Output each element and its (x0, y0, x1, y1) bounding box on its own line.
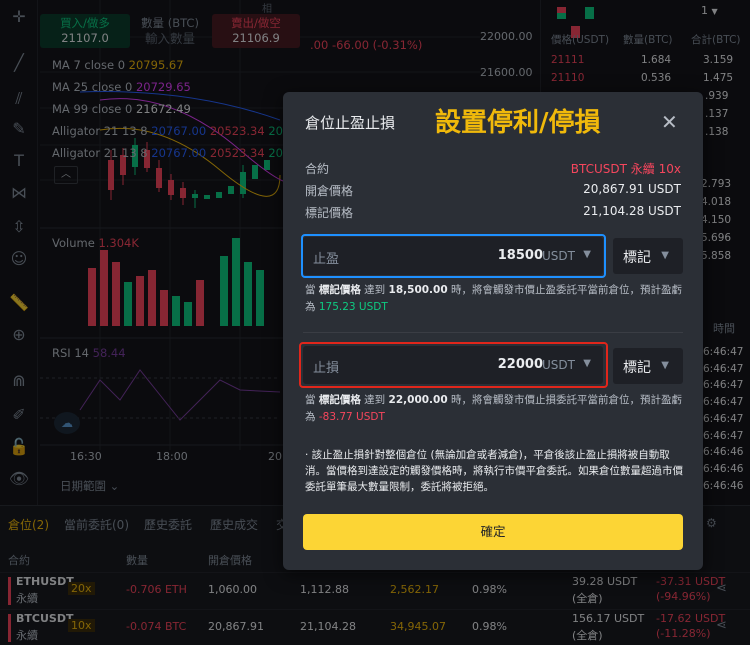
mark-row: 標記價格 21,104.28 USDT (305, 204, 681, 224)
mark-label: 標記價格 (305, 206, 354, 220)
sl-highlight-box (299, 342, 608, 388)
caret-down-icon: ▼ (661, 250, 669, 261)
tp-select-label: 標記 (623, 250, 651, 266)
annotation-label: 設置停利/停損 (435, 108, 601, 138)
confirm-button[interactable]: 確定 (303, 514, 683, 550)
close-icon[interactable]: ✕ (661, 110, 678, 134)
tp-sl-modal: 倉位止盈止損 設置停利/停損 ✕ 合約 BTCUSDT 永續 10x 開倉價格 20… (283, 92, 703, 570)
contract-value: BTCUSDT 永續 10x (570, 162, 681, 176)
tp-hint: 當 標記價格 達到 18,500.00 時，將會觸發市價止盈委託平當前倉位，預計… (305, 282, 685, 316)
sl-expected-pnl: -83.77 USDT (318, 411, 385, 423)
caret-down-icon: ▼ (661, 360, 669, 371)
sl-trigger-type-select[interactable]: 標記 ▼ (613, 348, 683, 384)
tp-hint-mid: 達到 (360, 284, 389, 296)
mark-value: 21,104.28 USDT (583, 204, 681, 218)
tp-sl-note: · 該止盈止損針對整個倉位 (無論加倉或者減倉)，平倉後該止盈止損將被自動取消。… (305, 449, 683, 493)
tp-trigger-type-select[interactable]: 標記 ▼ (613, 238, 683, 274)
contract-row: 合約 BTCUSDT 永續 10x (305, 160, 681, 180)
sl-hint-mid: 達到 (360, 394, 389, 406)
tp-hint-price: 18,500.00 (388, 284, 448, 296)
modal-title: 倉位止盈止損 (305, 114, 396, 132)
tp-expected-pnl: 175.23 USDT (318, 301, 388, 313)
sl-hint-price: 22,000.00 (388, 394, 448, 406)
sl-hint-bold: 標記價格 (318, 394, 361, 406)
sl-hint-pre: 當 (305, 394, 319, 406)
contract-label: 合約 (305, 162, 330, 176)
sl-hint: 當 標記價格 達到 22,000.00 時，將會觸發市價止損委託平當前倉位，預計… (305, 392, 685, 426)
tp-hint-bold: 標記價格 (318, 284, 361, 296)
sl-select-label: 標記 (623, 360, 651, 376)
entry-row: 開倉價格 20,867.91 USDT (305, 182, 681, 202)
entry-value: 20,867.91 USDT (583, 182, 681, 196)
tp-hint-pre: 當 (305, 284, 319, 296)
screen: ✛ ╱ ⫽ ✎ T ⋈ ⇳ ☺ 📏 ⊕ ⋒ ✐ 🔓 👁 買入/做多 21107.… (0, 0, 750, 645)
divider (303, 332, 683, 333)
entry-label: 開倉價格 (305, 184, 354, 198)
tp-highlight-box (301, 234, 606, 278)
